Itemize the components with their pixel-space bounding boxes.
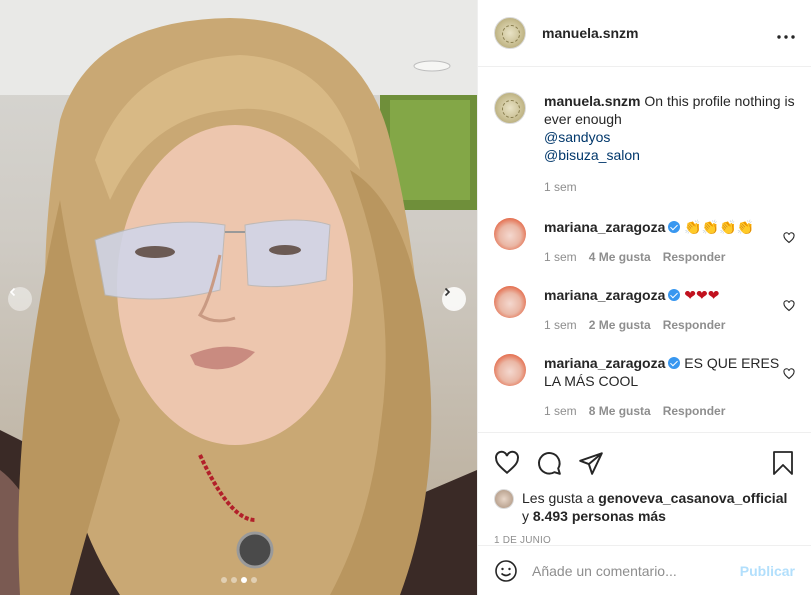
mention-link[interactable]: @bisuza_salon bbox=[544, 146, 795, 164]
reply-button[interactable]: Responder bbox=[663, 248, 726, 266]
post-side-panel: manuela.snzm manuela.snzm On this profil… bbox=[477, 0, 811, 595]
comment-username[interactable]: mariana_zaragoza bbox=[544, 287, 665, 303]
caption-age[interactable]: 1 sem bbox=[544, 178, 577, 196]
avatar[interactable] bbox=[494, 218, 526, 250]
liker-username[interactable]: genoveva_casanova_official bbox=[598, 490, 787, 506]
comment-username[interactable]: mariana_zaragoza bbox=[544, 219, 665, 235]
avatar[interactable] bbox=[494, 17, 526, 49]
comment-text: 👏👏👏👏 bbox=[684, 219, 755, 235]
comment-item: mariana_zaragoza ES QUE ERES LA MÁS COOL… bbox=[494, 354, 795, 420]
avatar[interactable] bbox=[494, 92, 526, 124]
post-username[interactable]: manuela.snzm bbox=[542, 25, 638, 41]
comment-likes[interactable]: 8 Me gusta bbox=[589, 402, 651, 420]
chevron-right-icon bbox=[444, 287, 451, 297]
emoji-smiley-icon[interactable] bbox=[494, 559, 518, 583]
chevron-left-icon bbox=[9, 287, 16, 297]
comment-composer: Publicar bbox=[478, 545, 811, 595]
comment-item: mariana_zaragoza ❤❤❤ 1 sem 2 Me gusta Re… bbox=[494, 286, 795, 334]
more-options-button[interactable] bbox=[777, 23, 795, 44]
reply-button[interactable]: Responder bbox=[663, 316, 726, 334]
carousel-dot bbox=[220, 577, 227, 583]
more-horizontal-icon bbox=[777, 34, 795, 39]
avatar[interactable] bbox=[494, 354, 526, 386]
portrait-illustration bbox=[0, 0, 477, 595]
verified-badge-icon bbox=[668, 289, 681, 301]
comment-age[interactable]: 1 sem bbox=[544, 402, 577, 420]
comment-item: mariana_zaragoza 👏👏👏👏 1 sem 4 Me gusta R… bbox=[494, 218, 795, 266]
share-paper-plane-icon[interactable] bbox=[578, 450, 604, 476]
like-heart-icon[interactable] bbox=[494, 450, 520, 476]
caption: manuela.snzm On this profile nothing is … bbox=[494, 92, 795, 196]
carousel-dots bbox=[0, 577, 477, 583]
comment-age[interactable]: 1 sem bbox=[544, 316, 577, 334]
likes-prefix: Les gusta a bbox=[522, 490, 595, 506]
avatar[interactable] bbox=[494, 286, 526, 318]
comment-text: ❤❤❤ bbox=[684, 287, 720, 303]
save-bookmark-icon[interactable] bbox=[771, 450, 795, 476]
carousel-dot bbox=[250, 577, 257, 583]
likes-summary: Les gusta a genoveva_casanova_official y… bbox=[494, 489, 795, 525]
like-comment-heart-icon[interactable] bbox=[783, 300, 795, 312]
comment-bubble-icon[interactable] bbox=[536, 450, 562, 476]
like-comment-heart-icon[interactable] bbox=[783, 368, 795, 380]
comment-likes[interactable]: 4 Me gusta bbox=[589, 248, 651, 266]
reply-button[interactable]: Responder bbox=[663, 402, 726, 420]
comment-input[interactable] bbox=[532, 562, 740, 579]
post-header: manuela.snzm bbox=[478, 0, 811, 67]
likes-conjunction: y bbox=[522, 508, 529, 524]
comments-list: manuela.snzm On this profile nothing is … bbox=[478, 68, 811, 431]
carousel-dot-active bbox=[240, 577, 247, 583]
likes-others[interactable]: 8.493 personas más bbox=[533, 508, 666, 524]
like-comment-heart-icon[interactable] bbox=[783, 232, 795, 244]
comment-username[interactable]: mariana_zaragoza bbox=[544, 355, 665, 371]
verified-badge-icon bbox=[668, 221, 681, 233]
post-photo[interactable] bbox=[0, 0, 477, 595]
comment-likes[interactable]: 2 Me gusta bbox=[589, 316, 651, 334]
next-photo-button[interactable] bbox=[442, 287, 466, 311]
carousel-dot bbox=[230, 577, 237, 583]
post-actions: Les gusta a genoveva_casanova_official y… bbox=[478, 432, 811, 546]
caption-username[interactable]: manuela.snzm bbox=[544, 93, 640, 109]
comment-age[interactable]: 1 sem bbox=[544, 248, 577, 266]
avatar[interactable] bbox=[494, 489, 514, 509]
verified-badge-icon bbox=[668, 357, 681, 369]
publish-button[interactable]: Publicar bbox=[740, 563, 795, 579]
previous-photo-button[interactable] bbox=[8, 287, 32, 311]
mention-link[interactable]: @sandyos bbox=[544, 128, 795, 146]
